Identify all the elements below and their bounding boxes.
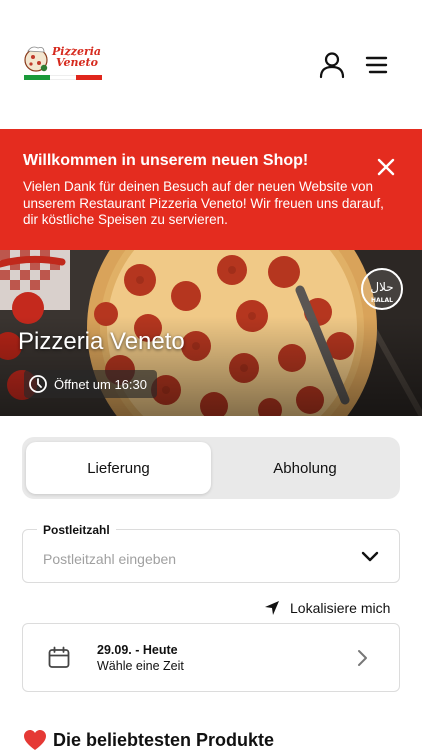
welcome-banner: Willkommen in unserem neuen Shop! Vielen…: [0, 129, 422, 250]
restaurant-logo[interactable]: Pizzeria Veneto: [22, 44, 102, 84]
time-selector[interactable]: 29.09. - Heute Wähle eine Zeit: [22, 623, 400, 692]
banner-text: Vielen Dank für deinen Besuch auf der ne…: [23, 179, 384, 227]
italian-flag-stripe: [24, 75, 102, 80]
chef-mascot-icon: [24, 46, 48, 72]
chevron-right-icon[interactable]: [356, 649, 368, 667]
selected-date: 29.09. - Heute: [97, 643, 178, 657]
tab-abholung[interactable]: Abholung: [214, 442, 396, 494]
opening-status-text: Öffnet um 16:30: [54, 376, 147, 392]
chevron-down-icon[interactable]: [360, 550, 380, 564]
logo-text-line2: Veneto: [56, 56, 98, 69]
user-icon[interactable]: [318, 51, 346, 79]
tab-lieferung[interactable]: Lieferung: [26, 442, 211, 494]
order-mode-toggle: Lieferung Abholung: [22, 437, 400, 499]
calendar-icon: [48, 646, 70, 668]
postcode-select[interactable]: Postleitzahl: [22, 523, 400, 583]
restaurant-hero: حلال HALAL Pizzeria Veneto Öffnet um 16:…: [0, 250, 422, 416]
popular-products-title: Die beliebtesten Produkte: [53, 729, 275, 750]
hamburger-menu-icon[interactable]: [364, 54, 390, 76]
banner-title: Willkommen in unserem neuen Shop!: [23, 152, 309, 169]
halal-arabic-text: حلال: [370, 280, 393, 294]
opening-status-badge: Öffnet um 16:30: [24, 370, 157, 398]
locate-me-label: Lokalisiere mich: [290, 600, 391, 616]
location-arrow-icon: [265, 601, 279, 615]
halal-badge-text: HALAL: [371, 297, 393, 304]
postcode-label: Postleitzahl: [37, 523, 116, 537]
restaurant-name: Pizzeria Veneto: [18, 328, 185, 355]
close-icon[interactable]: [376, 157, 396, 177]
locate-me-button[interactable]: Lokalisiere mich: [264, 598, 390, 618]
logo-wordmark: Pizzeria Veneto: [52, 46, 101, 68]
postcode-input[interactable]: [43, 551, 343, 567]
halal-badge-icon: حلال HALAL: [361, 268, 403, 310]
popular-products-heading: Die beliebtesten Produkte: [23, 729, 274, 750]
clock-icon: [29, 375, 47, 393]
time-hint: Wähle eine Zeit: [97, 659, 184, 673]
app-header: Pizzeria Veneto: [0, 0, 422, 129]
heart-icon: [24, 730, 46, 750]
